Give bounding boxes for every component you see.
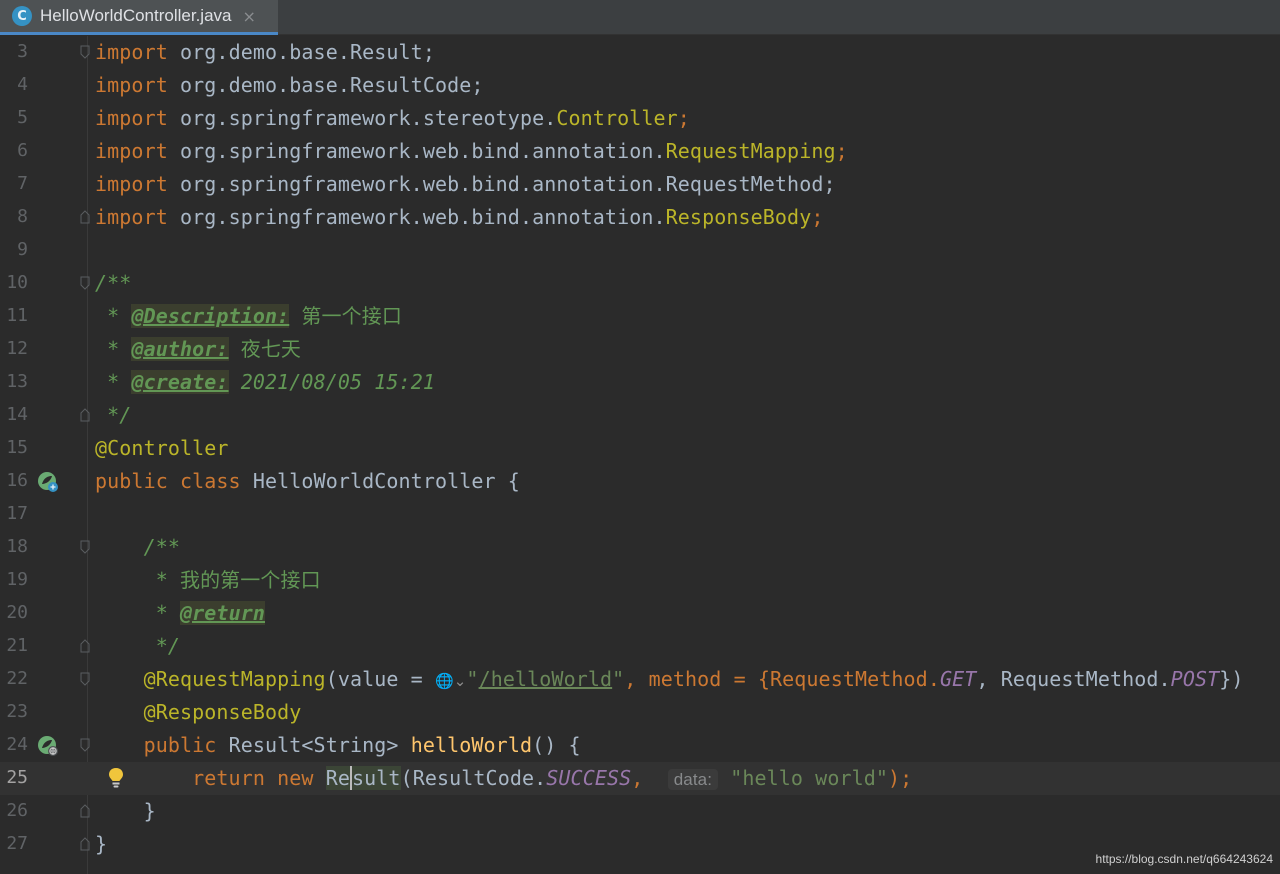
code-text: */ — [95, 403, 132, 427]
current-code-line: 25 return new Re sult(ResultCode.SUCCESS,… — [0, 762, 1280, 795]
line-number: 8 — [17, 206, 28, 227]
spring-bean-icon[interactable] — [37, 471, 59, 493]
line-number: 18 — [6, 536, 28, 557]
code-line: 26 } — [0, 795, 1280, 828]
code-text: @RequestMapping(value = 🌐⌄"/helloWorld",… — [95, 667, 1244, 691]
line-number: 19 — [6, 569, 28, 590]
code-text: @Controller — [95, 436, 229, 460]
line-number: 27 — [6, 833, 28, 854]
code-text: * @author: 夜七天 — [95, 337, 302, 361]
tab-title[interactable]: HelloWorldController.java — [40, 6, 232, 26]
code-line: 17 — [0, 498, 1280, 531]
line-number: 4 — [17, 74, 28, 95]
code-line: 15 @Controller — [0, 432, 1280, 465]
globe-url-icon[interactable]: 🌐⌄ — [435, 672, 466, 690]
line-number: 10 — [6, 272, 28, 293]
url-link[interactable]: /helloWorld — [479, 667, 613, 691]
line-number: 16 — [6, 470, 28, 491]
line-number: 6 — [17, 140, 28, 161]
code-text: @ResponseBody — [95, 700, 302, 724]
line-number: 21 — [6, 635, 28, 656]
code-editor[interactable]: 3 import org.demo.base.Result; 4 import … — [0, 36, 1280, 874]
code-line: 3 import org.demo.base.Result; — [0, 36, 1280, 69]
line-number: 25 — [6, 767, 28, 788]
fold-start-icon[interactable] — [80, 738, 90, 752]
fold-start-icon[interactable] — [80, 276, 90, 290]
code-text: } — [95, 799, 156, 823]
fold-start-icon[interactable] — [80, 672, 90, 686]
fold-end-icon[interactable] — [80, 210, 90, 224]
fold-end-icon[interactable] — [80, 408, 90, 422]
code-text: public class HelloWorldController { — [95, 469, 520, 493]
line-number: 7 — [17, 173, 28, 194]
code-line: 16 public class HelloWorldController { — [0, 465, 1280, 498]
code-line: 10 /** — [0, 267, 1280, 300]
code-line: 8 import org.springframework.web.bind.an… — [0, 201, 1280, 234]
line-number: 5 — [17, 107, 28, 128]
fold-end-icon[interactable] — [80, 804, 90, 818]
editor-tab-bar: C HelloWorldController.java × — [0, 0, 1280, 35]
code-text: */ — [95, 634, 180, 658]
java-class-icon: C — [12, 6, 32, 26]
parameter-hint: data: — [667, 769, 719, 790]
code-line: 4 import org.demo.base.ResultCode; — [0, 69, 1280, 102]
code-text: import org.demo.base.Result; — [95, 40, 435, 64]
code-text: } — [95, 832, 108, 856]
code-line: 6 import org.springframework.web.bind.an… — [0, 135, 1280, 168]
line-number: 11 — [6, 305, 28, 326]
text-caret: sult — [349, 766, 401, 790]
editor-tab[interactable]: C HelloWorldController.java × — [0, 0, 278, 35]
code-line: 21 */ — [0, 630, 1280, 663]
code-line: 12 * @author: 夜七天 — [0, 333, 1280, 366]
fold-end-icon[interactable] — [80, 837, 90, 851]
code-line: 13 * @create: 2021/08/05 15:21 — [0, 366, 1280, 399]
code-text: * @return — [95, 601, 265, 625]
line-number: 9 — [17, 239, 28, 260]
close-icon[interactable]: × — [243, 7, 256, 26]
line-number: 12 — [6, 338, 28, 359]
code-text: import org.springframework.web.bind.anno… — [95, 205, 824, 229]
code-text: import org.demo.base.ResultCode; — [95, 73, 484, 97]
code-text: import org.springframework.web.bind.anno… — [95, 139, 848, 163]
code-line: 9 — [0, 234, 1280, 267]
line-number: 15 — [6, 437, 28, 458]
line-number: 23 — [6, 701, 28, 722]
code-line: 24 public Result<String> helloWorld() { — [0, 729, 1280, 762]
code-text: import org.springframework.stereotype.Co… — [95, 106, 690, 130]
line-number: 20 — [6, 602, 28, 623]
code-line: 23 @ResponseBody — [0, 696, 1280, 729]
code-line: 11 * @Description: 第一个接口 — [0, 300, 1280, 333]
code-text: /** — [95, 271, 132, 295]
line-number: 26 — [6, 800, 28, 821]
line-number: 14 — [6, 404, 28, 425]
code-line: 14 */ — [0, 399, 1280, 432]
code-line: 7 import org.springframework.web.bind.an… — [0, 168, 1280, 201]
fold-start-icon[interactable] — [80, 540, 90, 554]
line-number: 3 — [17, 41, 28, 62]
code-text: * @Description: 第一个接口 — [95, 304, 402, 328]
code-line: 18 /** — [0, 531, 1280, 564]
code-text: import org.springframework.web.bind.anno… — [95, 172, 836, 196]
code-line: 22 @RequestMapping(value = 🌐⌄"/helloWorl… — [0, 663, 1280, 696]
watermark-url: https://blog.csdn.net/q664243624 — [1095, 852, 1273, 866]
code-text: public Result<String> helloWorld() { — [95, 733, 581, 757]
spring-web-endpoint-icon[interactable] — [37, 735, 59, 757]
code-line: 27 } — [0, 828, 1280, 861]
code-text: * 我的第一个接口 — [95, 568, 321, 592]
code-text: * @create: 2021/08/05 15:21 — [95, 370, 435, 394]
code-text: return new Re sult(ResultCode.SUCCESS, da… — [95, 766, 913, 790]
fold-end-icon[interactable] — [80, 639, 90, 653]
line-number: 24 — [6, 734, 28, 755]
line-number: 22 — [6, 668, 28, 689]
code-line: 19 * 我的第一个接口 — [0, 564, 1280, 597]
code-text: /** — [95, 535, 180, 559]
line-number: 13 — [6, 371, 28, 392]
line-number: 17 — [6, 503, 28, 524]
fold-start-icon[interactable] — [80, 45, 90, 59]
code-line: 20 * @return — [0, 597, 1280, 630]
code-line: 5 import org.springframework.stereotype.… — [0, 102, 1280, 135]
